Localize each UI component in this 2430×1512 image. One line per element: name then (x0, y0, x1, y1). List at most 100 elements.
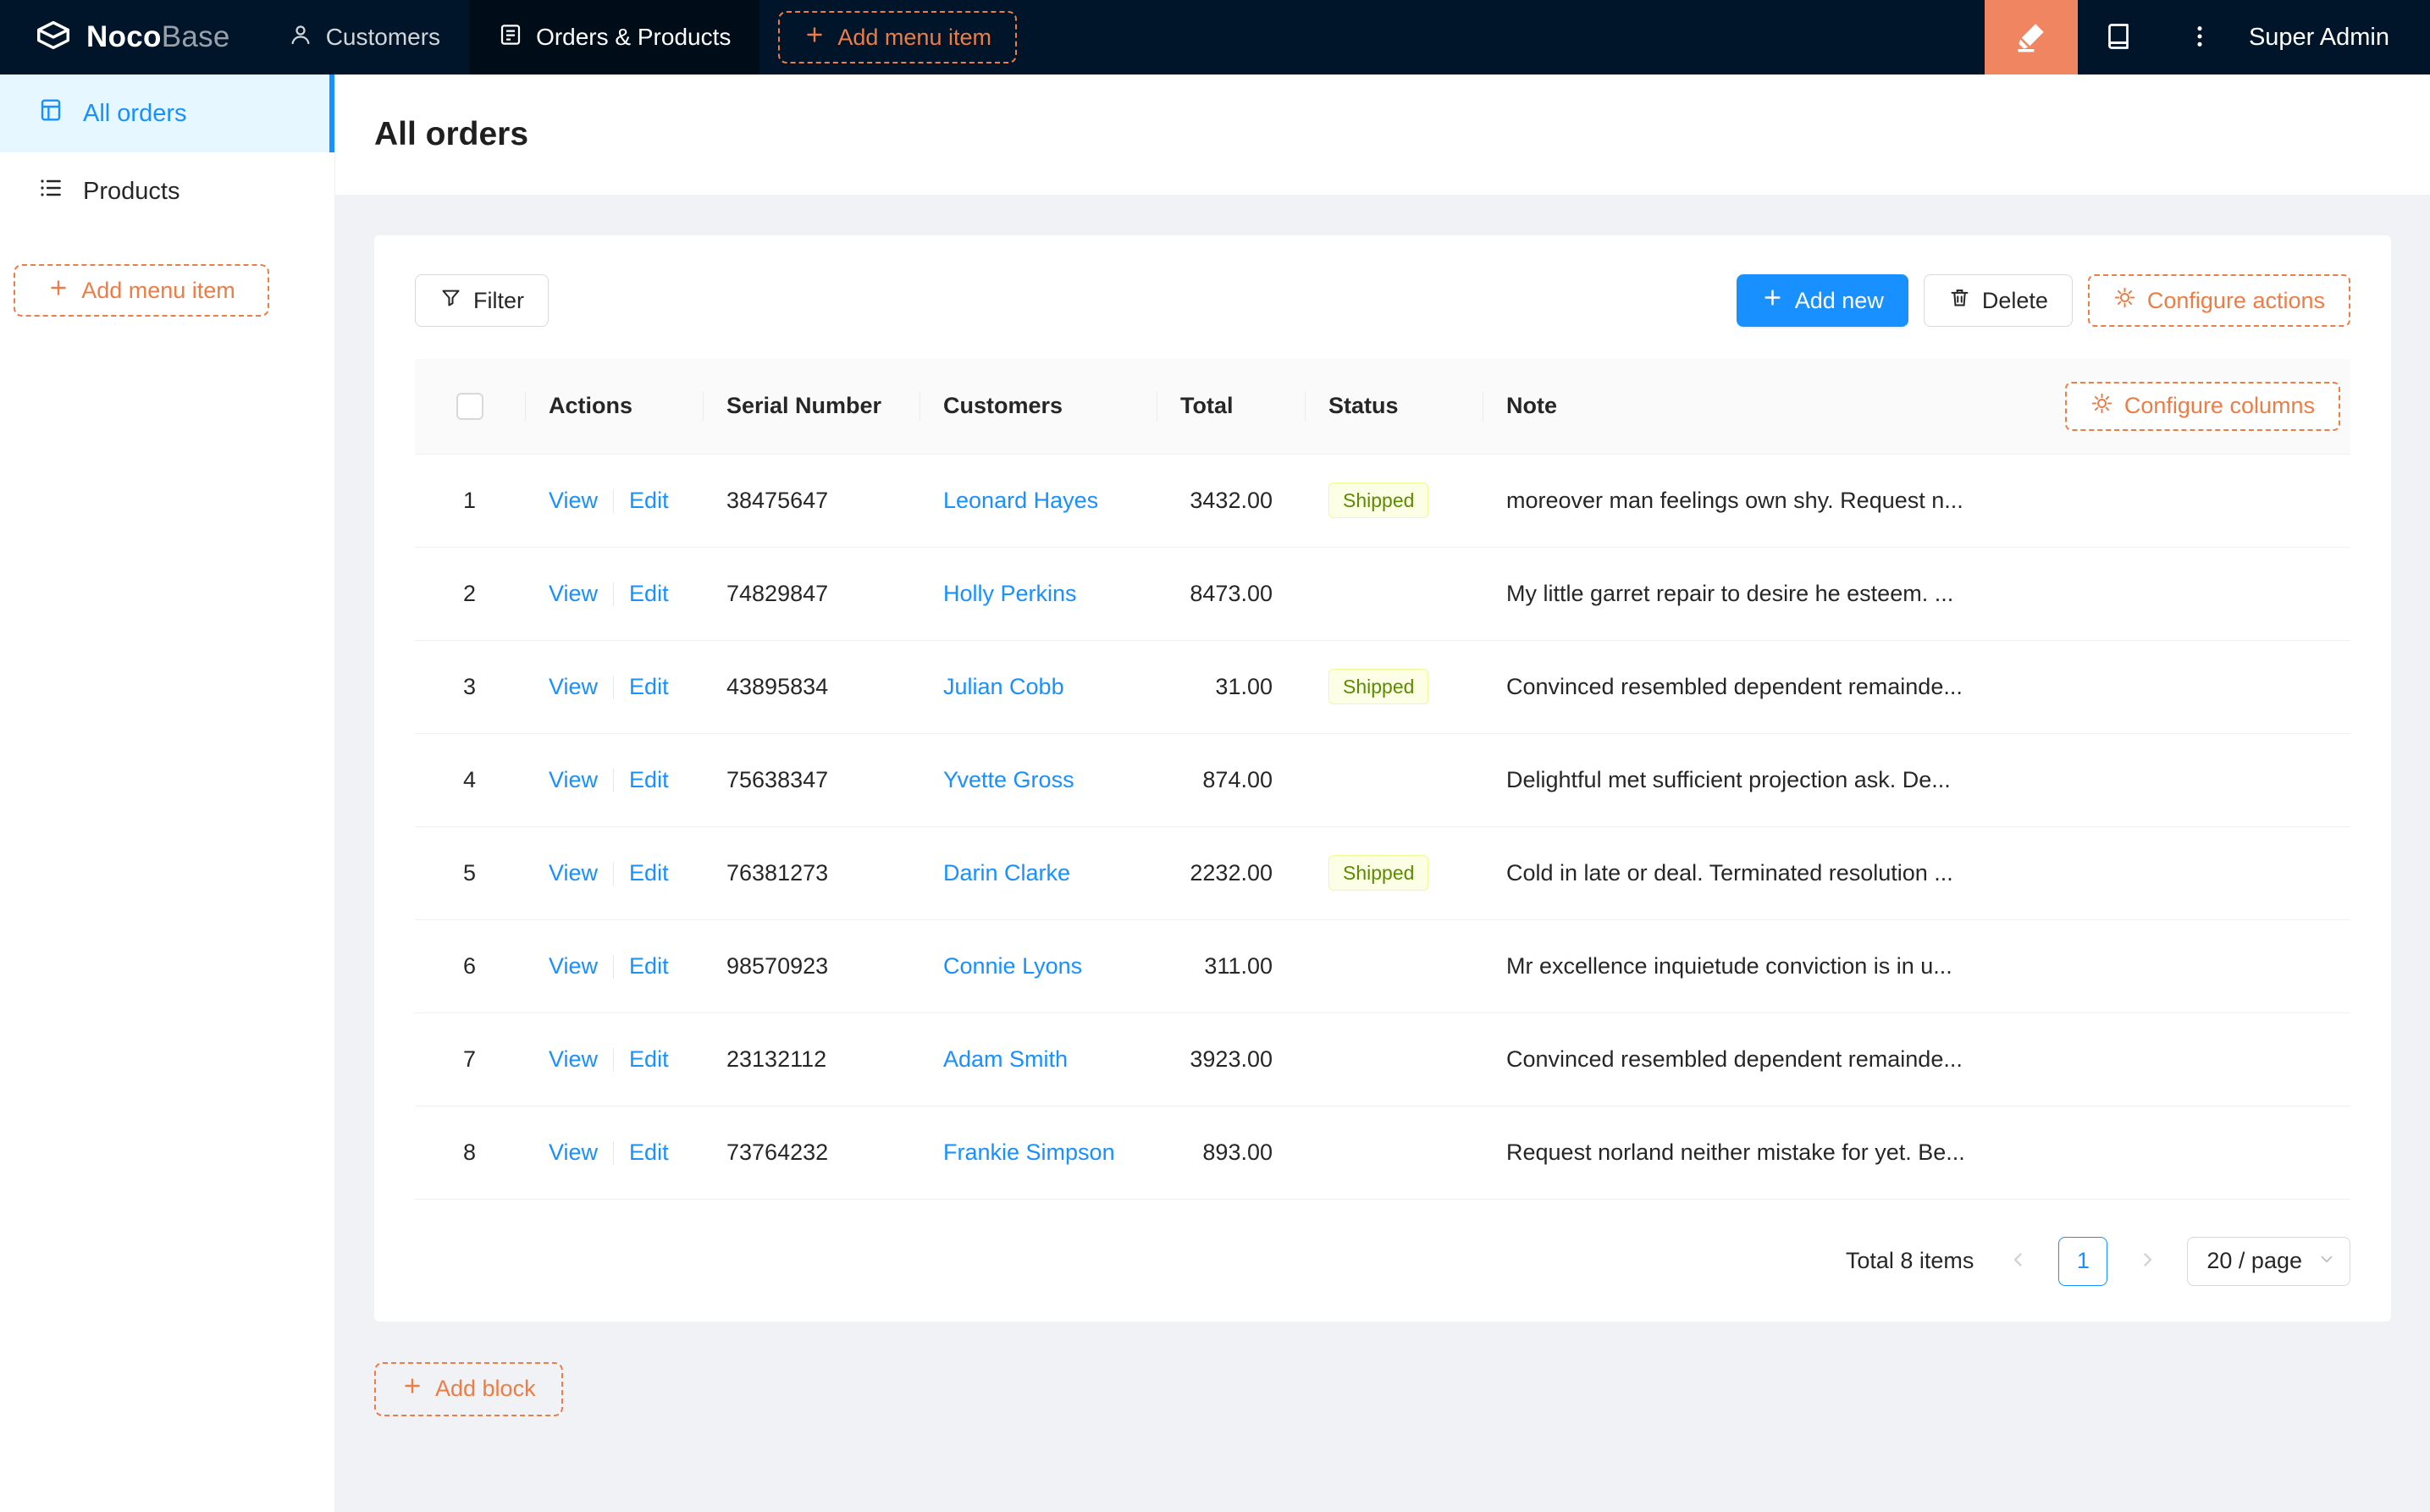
docs-book-button[interactable] (2078, 0, 2159, 74)
action-divider (613, 862, 615, 886)
select-all-checkbox[interactable] (456, 393, 483, 421)
pagination-prev-button[interactable] (1994, 1237, 2043, 1286)
view-link[interactable]: View (549, 767, 598, 792)
gear-icon (2113, 286, 2136, 315)
chevron-down-icon (2317, 1248, 2336, 1274)
plus-icon (401, 1375, 423, 1403)
edit-link[interactable]: Edit (629, 488, 669, 513)
plus-icon (1761, 286, 1784, 315)
nav-item-orders-products-label: Orders & Products (536, 24, 732, 50)
total-cell: 31.00 (1157, 640, 1305, 734)
table-row: 7 View Edit 23132112 Adam Smith 3923.00 C… (415, 1013, 2350, 1106)
serial-cell: 73764232 (703, 1106, 920, 1200)
note-cell: My little garret repair to desire he est… (1483, 547, 2350, 641)
navbar-right-cluster: Super Admin (1984, 0, 2430, 74)
edit-link[interactable]: Edit (629, 1140, 669, 1165)
serial-cell: 98570923 (703, 919, 920, 1013)
user-menu[interactable]: Super Admin (2240, 0, 2430, 74)
page-title: All orders (374, 116, 529, 152)
sidebar-add-menu-item-label: Add menu item (81, 277, 235, 303)
edit-link[interactable]: Edit (629, 581, 669, 606)
users-icon (288, 22, 313, 53)
sidebar-add-menu-item-button[interactable]: Add menu item (14, 264, 269, 317)
column-header-note: Note (1506, 393, 1557, 419)
view-link[interactable]: View (549, 488, 598, 513)
page-content: Filter Add new Delete Configure actions … (335, 195, 2430, 1512)
sidebar-item-all-orders[interactable]: All orders (0, 74, 334, 152)
navbar-add-menu-item-button[interactable]: Add menu item (778, 11, 1017, 63)
pagination-next-button[interactable] (2123, 1237, 2172, 1286)
customer-link[interactable]: Connie Lyons (943, 953, 1082, 979)
note-cell: Convinced resembled dependent remainde..… (1483, 1013, 2350, 1106)
plus-icon (804, 24, 826, 52)
row-index: 5 (462, 859, 477, 886)
add-block-button[interactable]: Add block (374, 1361, 563, 1416)
customer-link[interactable]: Yvette Gross (943, 767, 1074, 792)
delete-button-label: Delete (1981, 287, 2048, 313)
plus-icon (47, 277, 69, 305)
add-new-button-label: Add new (1794, 287, 1884, 313)
page-size-select[interactable]: 20 / page (2187, 1236, 2350, 1286)
column-header-total: Total (1157, 359, 1305, 455)
customer-link[interactable]: Leonard Hayes (943, 488, 1098, 513)
serial-cell: 38475647 (703, 454, 920, 548)
pagination-page-1[interactable]: 1 (2058, 1236, 2108, 1286)
nocobase-logo-icon (34, 16, 73, 59)
action-divider (613, 1048, 615, 1073)
add-block-label: Add block (435, 1376, 536, 1401)
table-row: 8 View Edit 73764232 Frankie Simpson 893.… (415, 1106, 2350, 1200)
sidebar-item-products[interactable]: Products (0, 152, 334, 230)
customer-link[interactable]: Frankie Simpson (943, 1140, 1115, 1165)
action-divider (613, 676, 615, 700)
row-index: 4 (462, 766, 477, 792)
configure-columns-button[interactable]: Configure columns (2064, 381, 2340, 431)
nav-item-customers[interactable]: Customers (259, 0, 469, 74)
total-cell: 3923.00 (1157, 1013, 1305, 1106)
edit-link[interactable]: Edit (629, 767, 669, 792)
customer-link[interactable]: Julian Cobb (943, 674, 1064, 699)
customer-link[interactable]: Darin Clarke (943, 860, 1070, 886)
action-divider (613, 1141, 615, 1166)
view-link[interactable]: View (549, 860, 598, 886)
serial-cell: 23132112 (703, 1013, 920, 1106)
ellipsis-vertical-icon (2186, 23, 2213, 52)
column-header-customers: Customers (920, 359, 1157, 455)
book-icon (2103, 21, 2134, 54)
view-link[interactable]: View (549, 1140, 598, 1165)
logo[interactable]: NocoBase (0, 0, 259, 74)
navbar-add-menu-item-label: Add menu item (837, 24, 991, 50)
action-divider (613, 582, 615, 607)
customer-link[interactable]: Holly Perkins (943, 581, 1077, 606)
add-new-button[interactable]: Add new (1736, 274, 1908, 327)
delete-button[interactable]: Delete (1923, 274, 2073, 327)
ui-editor-button[interactable] (1984, 0, 2078, 74)
filter-button[interactable]: Filter (415, 274, 549, 327)
view-link[interactable]: View (549, 581, 598, 606)
row-index: 1 (462, 487, 477, 513)
main-area: All orders Filter Add new Delete Configu… (335, 74, 2430, 1512)
more-options-button[interactable] (2159, 0, 2240, 74)
total-cell: 3432.00 (1157, 454, 1305, 548)
edit-link[interactable]: Edit (629, 953, 669, 979)
edit-link[interactable]: Edit (629, 860, 669, 886)
pagination: Total 8 items 1 20 / page (415, 1236, 2350, 1286)
view-link[interactable]: View (549, 1046, 598, 1072)
table-row: 4 View Edit 75638347 Yvette Gross 874.00 … (415, 733, 2350, 827)
customer-link[interactable]: Adam Smith (943, 1046, 1068, 1072)
page-header: All orders (335, 74, 2430, 195)
column-header-serial-number: Serial Number (703, 359, 920, 455)
action-divider (613, 769, 615, 793)
configure-actions-button[interactable]: Configure actions (2087, 274, 2350, 327)
total-cell: 2232.00 (1157, 826, 1305, 920)
nav-item-orders-products[interactable]: Orders & Products (469, 0, 760, 74)
table-row: 1 View Edit 38475647 Leonard Hayes 3432.0… (415, 454, 2350, 548)
toolbar-right-group: Add new Delete Configure actions (1736, 274, 2350, 327)
orders-table: Actions Serial Number Customers Total St… (415, 359, 2350, 1200)
edit-link[interactable]: Edit (629, 1046, 669, 1072)
view-link[interactable]: View (549, 953, 598, 979)
view-link[interactable]: View (549, 674, 598, 699)
note-cell: Mr excellence inquietude conviction is i… (1483, 919, 2350, 1013)
edit-link[interactable]: Edit (629, 674, 669, 699)
chevron-right-icon (2137, 1250, 2157, 1272)
table-toolbar: Filter Add new Delete Configure actions (415, 274, 2350, 327)
